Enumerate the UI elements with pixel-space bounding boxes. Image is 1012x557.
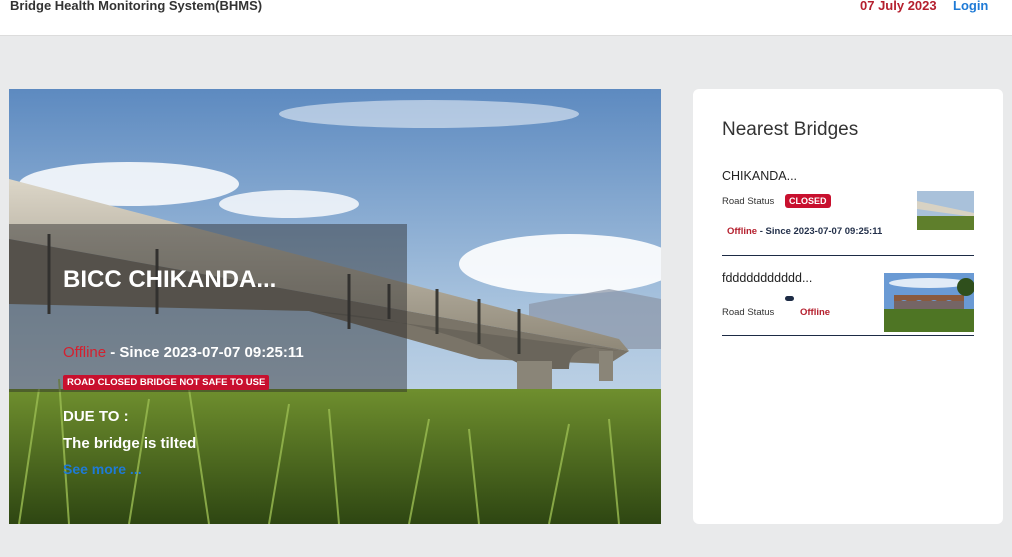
offline-status: Offline bbox=[727, 226, 758, 237]
due-reason: The bridge is tilted bbox=[63, 435, 197, 452]
since-timestamp: - Since 2023-07-07 09:25:11 bbox=[757, 226, 883, 237]
login-link[interactable]: Login bbox=[953, 0, 988, 13]
bridge-name: CHIKANDA... bbox=[722, 169, 798, 183]
hero-bridge-card[interactable]: BICC CHIKANDA... Offline - Since 2023-07… bbox=[9, 89, 661, 524]
see-more-link[interactable]: See more ... bbox=[63, 461, 142, 477]
bridge-thumbnail bbox=[884, 273, 974, 332]
due-to-label: DUE TO : bbox=[63, 408, 129, 425]
status-line: Offline - Since 2023-07-07 09:25:11 bbox=[727, 226, 882, 237]
current-date: 07 July 2023 bbox=[860, 0, 937, 13]
top-bar: Bridge Health Monitoring System(BHMS) 07… bbox=[0, 0, 1012, 36]
bridge-name: fddddddddddd... bbox=[722, 271, 813, 285]
nearest-bridges-panel: Nearest Bridges CHIKANDA... Road Status … bbox=[693, 89, 1003, 524]
hero-status-line: Offline - Since 2023-07-07 09:25:11 bbox=[63, 344, 304, 361]
road-status-label: Road Status bbox=[722, 307, 775, 318]
hero-bridge-name: BICC CHIKANDA... bbox=[63, 266, 277, 293]
status-dot bbox=[785, 296, 794, 301]
road-status-label: Road Status bbox=[722, 196, 775, 207]
nearest-bridge-item[interactable]: fddddddddddd... Road Status Offline bbox=[722, 271, 974, 336]
app-title: Bridge Health Monitoring System(BHMS) bbox=[10, 0, 263, 13]
bridge-thumbnail bbox=[917, 191, 974, 230]
since-timestamp: - Since 2023-07-07 09:25:11 bbox=[106, 344, 304, 361]
closed-warning-badge: ROAD CLOSED BRIDGE NOT SAFE TO USE bbox=[63, 375, 270, 390]
closed-badge: CLOSED bbox=[785, 194, 831, 208]
info-overlay bbox=[9, 224, 407, 392]
panel-title: Nearest Bridges bbox=[722, 119, 859, 140]
nearest-bridge-item[interactable]: CHIKANDA... Road Status CLOSED Offline -… bbox=[722, 169, 974, 256]
offline-status: Offline bbox=[800, 307, 831, 318]
offline-status: Offline bbox=[63, 344, 107, 361]
